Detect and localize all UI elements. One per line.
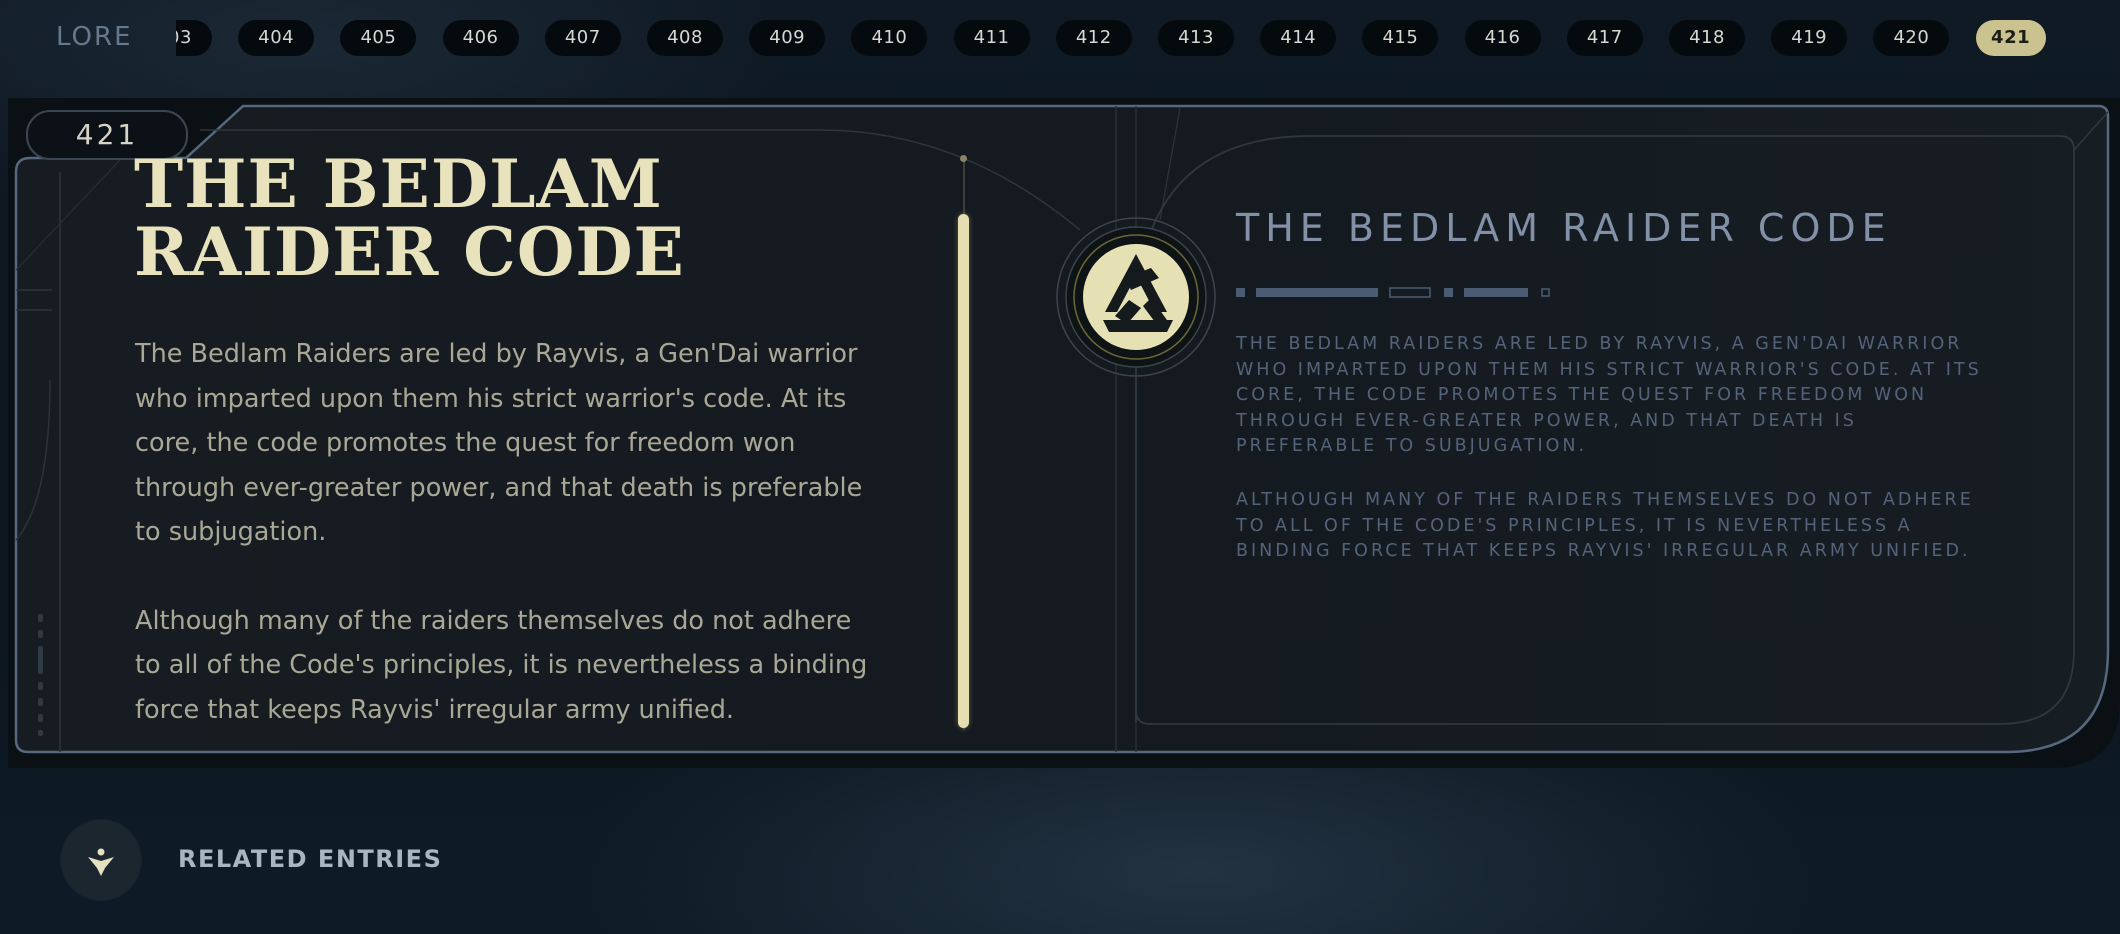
entry-title: THE BEDLAM RAIDER CODE bbox=[134, 145, 685, 291]
scroll-track-cap bbox=[960, 155, 967, 162]
related-entries-icon bbox=[88, 848, 114, 876]
entry-body: The Bedlam Raiders are led by Rayvis, a … bbox=[135, 332, 875, 776]
related-entries-label[interactable]: RELATED ENTRIES bbox=[178, 845, 442, 873]
aurebesh-paragraph: ALTHOUGH MANY OF THE RAIDERS THEMSELVES … bbox=[1236, 490, 1974, 561]
entry-paragraph: The Bedlam Raiders are led by Rayvis, a … bbox=[135, 339, 863, 547]
entry-paragraph: Although many of the raiders themselves … bbox=[135, 605, 868, 725]
scroll-thumb[interactable] bbox=[958, 214, 969, 728]
related-entries-button[interactable] bbox=[61, 820, 141, 900]
aurebesh-paragraph: THE BEDLAM RAIDERS ARE LED BY RAYVIS, A … bbox=[1236, 334, 1982, 456]
aurebesh-divider-bars bbox=[1236, 287, 1550, 298]
aurebesh-title: THE BEDLAM RAIDER CODE bbox=[1236, 206, 1892, 250]
bedlam-raiders-emblem-icon bbox=[1056, 217, 1216, 377]
